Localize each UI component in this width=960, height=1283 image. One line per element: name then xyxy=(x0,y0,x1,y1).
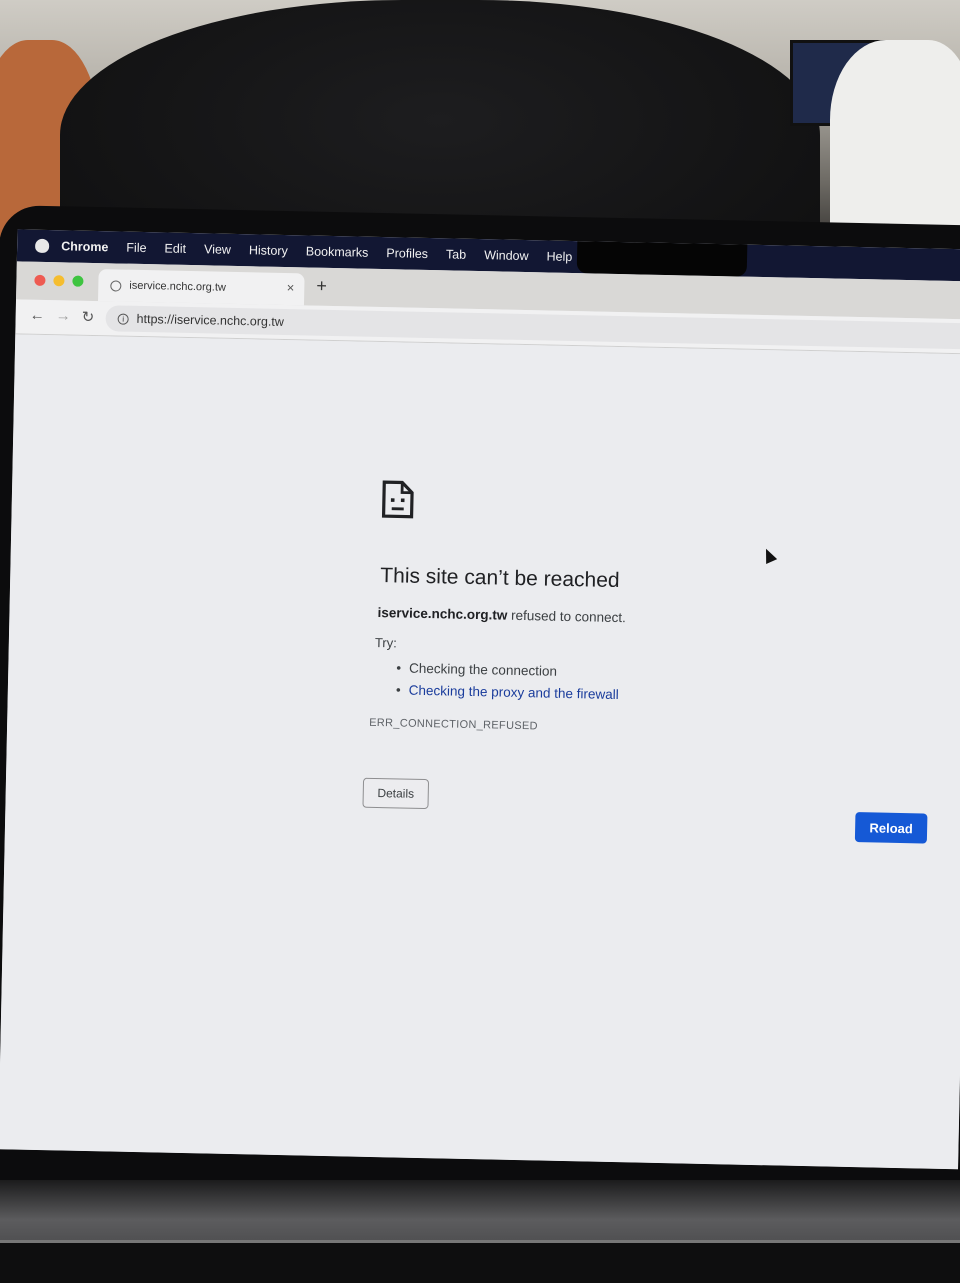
menu-chrome[interactable]: Chrome xyxy=(61,239,109,254)
tab-title: iservice.nchc.org.tw xyxy=(129,279,227,294)
globe-icon xyxy=(110,279,122,292)
error-code: ERR_CONNECTION_REFUSED xyxy=(369,716,538,733)
minimize-window-button[interactable] xyxy=(53,275,65,287)
laptop-screen: Chrome File Edit View History Bookmarks … xyxy=(0,229,960,1170)
camera-notch xyxy=(576,241,748,277)
error-title: This site can’t be reached xyxy=(380,564,620,593)
menu-file[interactable]: File xyxy=(126,241,146,255)
info-icon[interactable]: i xyxy=(117,312,129,325)
laptop-lid: Chrome File Edit View History Bookmarks … xyxy=(0,205,960,1226)
address-url[interactable]: https://iservice.nchc.org.tw xyxy=(136,312,284,329)
reload-icon[interactable]: ↻ xyxy=(81,308,94,326)
error-description: iservice.nchc.org.tw refused to connect. xyxy=(377,605,626,625)
close-window-button[interactable] xyxy=(34,274,46,286)
menu-history[interactable]: History xyxy=(249,243,288,258)
menu-window[interactable]: Window xyxy=(484,248,529,263)
menu-help[interactable]: Help xyxy=(546,249,572,264)
menu-profiles[interactable]: Profiles xyxy=(386,246,428,261)
try-label: Try: xyxy=(374,634,397,651)
laptop-keyboard xyxy=(0,1240,960,1283)
apple-logo-icon[interactable] xyxy=(35,238,50,254)
menu-view[interactable]: View xyxy=(204,242,231,257)
error-refused-text: refused to connect. xyxy=(507,607,627,626)
error-page: This site can’t be reached iservice.nchc… xyxy=(0,334,960,1170)
window-controls xyxy=(34,274,84,287)
background-person-right xyxy=(830,40,960,240)
zoom-window-button[interactable] xyxy=(72,275,84,287)
suggestion-proxy-firewall-link[interactable]: Checking the proxy and the firewall xyxy=(396,678,619,705)
sad-page-icon xyxy=(381,480,414,519)
suggestion-list: Checking the connection Checking the pro… xyxy=(396,656,620,705)
forward-arrow-icon[interactable]: → xyxy=(56,307,71,324)
error-host: iservice.nchc.org.tw xyxy=(377,604,508,623)
menu-tab[interactable]: Tab xyxy=(446,247,466,261)
back-arrow-icon[interactable]: ← xyxy=(30,307,45,324)
details-button[interactable]: Details xyxy=(362,777,430,810)
cursor-icon xyxy=(760,546,778,565)
menu-bookmarks[interactable]: Bookmarks xyxy=(306,244,369,259)
browser-tab[interactable]: iservice.nchc.org.tw × xyxy=(98,269,305,306)
menu-edit[interactable]: Edit xyxy=(164,241,186,255)
reload-button[interactable]: Reload xyxy=(854,812,928,844)
plus-icon[interactable]: + xyxy=(316,276,327,297)
close-icon[interactable]: × xyxy=(287,280,295,295)
